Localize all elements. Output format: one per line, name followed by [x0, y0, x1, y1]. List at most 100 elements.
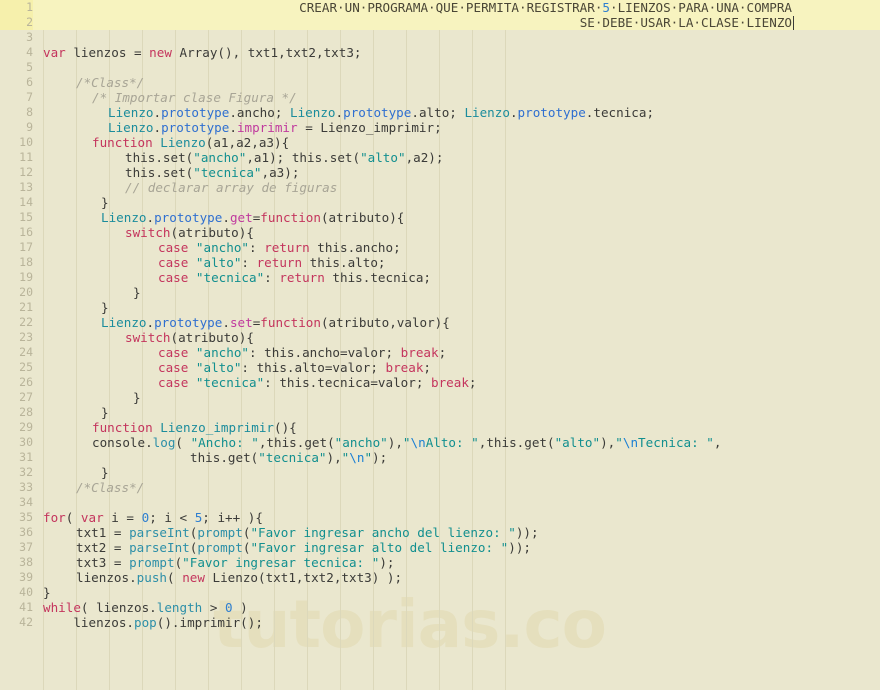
token-string: Alto: ": [425, 435, 479, 450]
code-line[interactable]: 27 }: [0, 390, 880, 405]
code-line[interactable]: 16 switch(atributo){: [0, 225, 880, 240]
token-keyword: case: [158, 270, 189, 285]
line-number: 39: [19, 570, 33, 584]
line-content: lienzos.pop().imprimir();: [43, 615, 263, 630]
token-property: prototype: [154, 315, 223, 330]
line-number: 9: [26, 120, 33, 134]
line-number: 25: [19, 360, 33, 374]
line-number: 4: [26, 45, 33, 59]
code-line[interactable]: 9 Lienzo.prototype.imprimir = Lienzo_imp…: [0, 120, 880, 135]
token-text: ),: [600, 435, 616, 450]
line-number: 13: [19, 180, 33, 194]
token-keyword: break: [430, 375, 469, 390]
code-line[interactable]: 18 case "alto": return this.alto;: [0, 255, 880, 270]
code-line[interactable]: 29 function Lienzo_imprimir(){: [0, 420, 880, 435]
code-line[interactable]: 7 /* Importar clase Figura */: [0, 90, 880, 105]
token-member: get: [229, 210, 253, 225]
code-line[interactable]: 31 this.get("tecnica"),"\n");: [0, 450, 880, 465]
line-content: case "tecnica": this.tecnica=valor; brea…: [158, 375, 477, 390]
token-text: this.set(: [125, 165, 194, 180]
code-line[interactable]: 12 this.set("tecnica",a3);: [0, 165, 880, 180]
token-text: this.get(: [190, 450, 259, 465]
token-text: (: [167, 570, 183, 585]
code-line[interactable]: 10 function Lienzo(a1,a2,a3){: [0, 135, 880, 150]
code-line[interactable]: 40 }: [0, 585, 880, 600]
line-number: 27: [19, 390, 33, 404]
token-text: : this.ancho=valor;: [249, 345, 401, 360]
token-text: ,a1); this.set(: [246, 150, 361, 165]
token-string: "tecnica": [258, 450, 327, 465]
code-line[interactable]: 28 }: [0, 405, 880, 420]
code-line[interactable]: 1 CREAR·UN·PROGRAMA·QUE·PERMITA·REGISTRA…: [0, 0, 880, 15]
line-number: 28: [19, 405, 33, 419]
token-punct: :: [264, 270, 280, 285]
line-number: 3: [26, 30, 33, 44]
token-text: ();: [240, 615, 263, 630]
code-line[interactable]: 8 Lienzo.prototype.ancho; Lienzo.prototy…: [0, 105, 880, 120]
token-keyword: case: [158, 360, 189, 375]
token-property: prototype: [154, 210, 223, 225]
code-editor[interactable]: tutorias.co 1 CREAR·UN·PROGRAMA·QUE·PERM…: [0, 0, 880, 690]
code-line[interactable]: 14 }: [0, 195, 880, 210]
code-line[interactable]: 25 case "alto": this.alto=valor; break;: [0, 360, 880, 375]
token-punct: ;: [423, 360, 431, 375]
code-line[interactable]: 23 switch(atributo){: [0, 330, 880, 345]
token-string: "alto": [360, 150, 406, 165]
token-property: length: [156, 600, 203, 615]
line-content: Lienzo.prototype.imprimir = Lienzo_impri…: [108, 120, 442, 135]
code-line[interactable]: 36 txt1 = parseInt(prompt("Favor ingresa…: [0, 525, 880, 540]
line-content: /* Importar clase Figura */: [92, 90, 297, 105]
code-line[interactable]: 35 for( var i = 0; i < 5; i++ ){: [0, 510, 880, 525]
code-line[interactable]: 15 Lienzo.prototype.get=function(atribut…: [0, 210, 880, 225]
line-number: 31: [19, 450, 33, 464]
token-property: prototype: [161, 120, 230, 135]
code-line[interactable]: 17 case "ancho": return this.ancho;: [0, 240, 880, 255]
token-punct: :: [241, 255, 257, 270]
token-string: "tecnica": [188, 375, 265, 390]
code-line[interactable]: 19 case "tecnica": return this.tecnica;: [0, 270, 880, 285]
code-line[interactable]: 26 case "tecnica": this.tecnica=valor; b…: [0, 375, 880, 390]
code-line[interactable]: 32 }: [0, 465, 880, 480]
code-line[interactable]: 38 txt3 = prompt("Favor ingresar tecnica…: [0, 555, 880, 570]
code-line[interactable]: 13 // declarar array de figuras: [0, 180, 880, 195]
token-escape: \n: [622, 435, 639, 450]
token-keyword: case: [158, 345, 189, 360]
text-caret: [793, 16, 794, 30]
token-text: .alto;: [411, 105, 465, 120]
code-line[interactable]: 6 /*Class*/: [0, 75, 880, 90]
token-class: Lienzo: [108, 120, 154, 135]
token-text: lienzos.: [76, 570, 137, 585]
line-content: switch(atributo){: [125, 225, 254, 240]
line-content: CREAR·UN·PROGRAMA·QUE·PERMITA·REGISTRAR·…: [299, 0, 792, 15]
code-line[interactable]: 11 this.set("ancho",a1); this.set("alto"…: [0, 150, 880, 165]
token-keyword: function: [92, 135, 153, 150]
line-content: this.set("tecnica",a3);: [125, 165, 299, 180]
line-content: }: [101, 405, 109, 420]
code-line[interactable]: 22 Lienzo.prototype.set=function(atribut…: [0, 315, 880, 330]
code-line[interactable]: 24 case "ancho": this.ancho=valor; break…: [0, 345, 880, 360]
code-line[interactable]: 20 }: [0, 285, 880, 300]
token-member: imprimir: [236, 120, 298, 135]
code-line[interactable]: 34: [0, 495, 880, 510]
line-number: 24: [19, 345, 33, 359]
code-line[interactable]: 37 txt2 = parseInt(prompt("Favor ingresa…: [0, 540, 880, 555]
code-line[interactable]: 21 }: [0, 300, 880, 315]
code-line[interactable]: 2 SE·DEBE·USAR·LA·CLASE·LIENZO: [0, 15, 880, 30]
token-brace: }: [101, 465, 109, 480]
code-line[interactable]: 30 console.log( "Ancho: ",this.get("anch…: [0, 435, 880, 450]
token-quote: ": [402, 435, 411, 450]
token-keyword: case: [158, 255, 189, 270]
line-number: 23: [19, 330, 33, 344]
code-line[interactable]: 4 var lienzos = new Array(), txt1,txt2,t…: [0, 45, 880, 60]
code-line[interactable]: 33 /*Class*/: [0, 480, 880, 495]
line-content: }: [133, 390, 141, 405]
code-line[interactable]: 39 lienzos.push( new Lienzo(txt1,txt2,tx…: [0, 570, 880, 585]
token-string: "Favor ingresar alto del lienzo: ": [250, 540, 509, 555]
code-line[interactable]: 41 while( lienzos.length > 0 ): [0, 600, 880, 615]
code-line[interactable]: 3: [0, 30, 880, 45]
line-content: /*Class*/: [76, 75, 144, 90]
token-function: log: [152, 435, 176, 450]
code-line[interactable]: 5: [0, 60, 880, 75]
token-text: lienzos: [65, 45, 134, 60]
code-line[interactable]: 42 lienzos.pop().imprimir();: [0, 615, 880, 630]
